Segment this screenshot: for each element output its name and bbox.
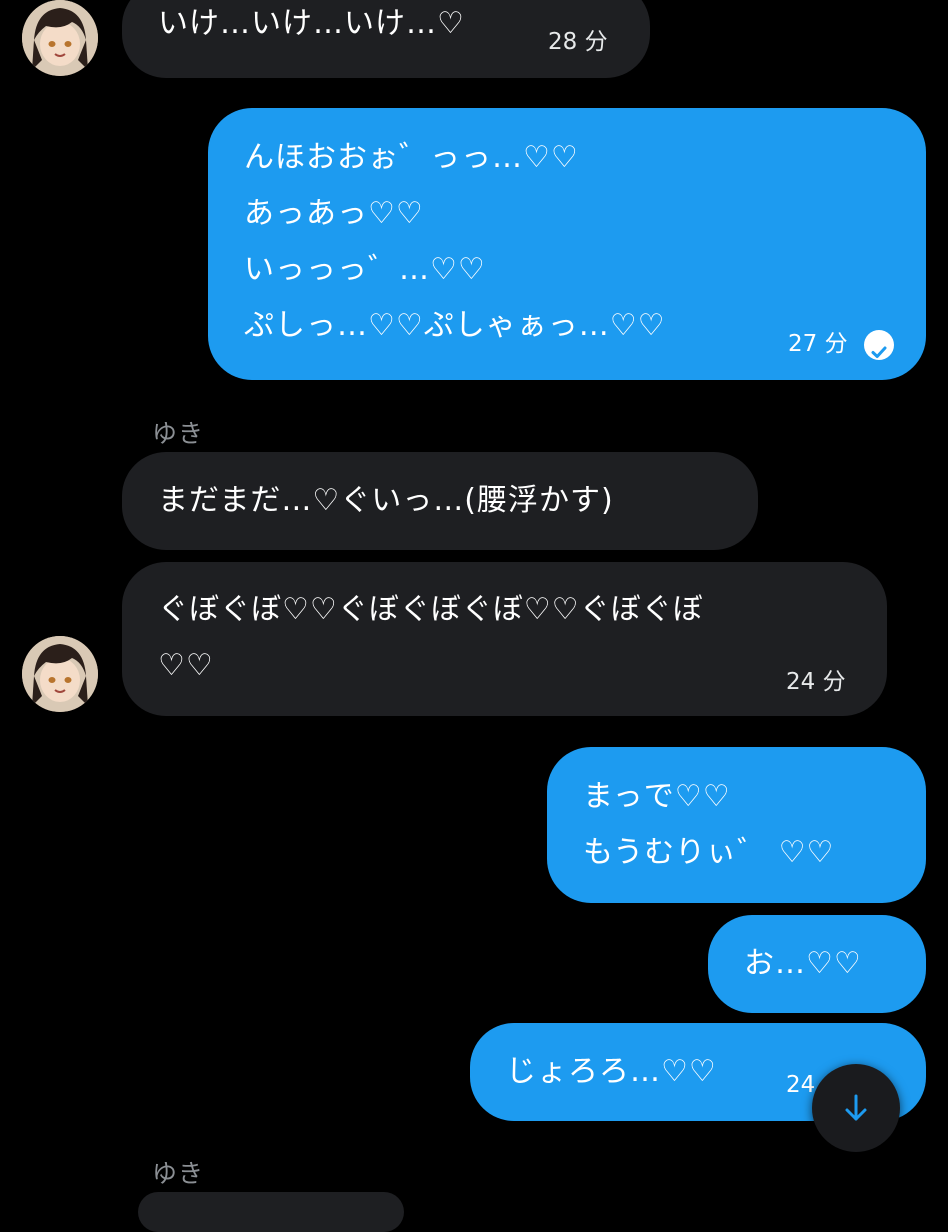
- message-text: もうむりぃ゛ ♡♡: [583, 835, 835, 870]
- message-text: んほおおぉ゛っっ…♡♡: [244, 140, 579, 175]
- avatar[interactable]: [22, 0, 98, 76]
- message-bubble-received[interactable]: ぐぼぐぼ♡♡ぐぼぐぼぐぼ♡♡ぐぼぐぼ ♡♡ 24 分: [122, 562, 887, 716]
- message-timestamp: 28 分: [548, 29, 608, 55]
- check-circle-icon: [864, 330, 894, 360]
- avatar[interactable]: [22, 636, 98, 712]
- message-text: いっっっ゛…♡♡: [244, 252, 486, 287]
- message-text: まだまだ…♡ぐいっ…(腰浮かす): [158, 483, 614, 518]
- message-bubble-received[interactable]: いけ…いけ…いけ…♡ 28 分: [122, 0, 650, 78]
- message-bubble-received[interactable]: [138, 1192, 404, 1232]
- sender-name: ゆき: [152, 419, 205, 448]
- message-text: お…♡♡: [744, 946, 862, 981]
- message-text: まっで♡♡: [583, 779, 731, 814]
- message-bubble-sent[interactable]: まっで♡♡ もうむりぃ゛ ♡♡: [547, 747, 926, 903]
- sender-name: ゆき: [152, 1159, 205, 1188]
- message-timestamp: 24: [786, 1072, 816, 1098]
- message-bubble-sent[interactable]: お…♡♡: [708, 915, 926, 1013]
- message-timestamp: 24 分: [786, 669, 846, 695]
- message-timestamp: 27 分: [788, 331, 848, 357]
- message-text: ぐぼぐぼ♡♡ぐぼぐぼぐぼ♡♡ぐぼぐぼ: [158, 592, 704, 627]
- arrow-down-icon: [845, 1094, 867, 1121]
- message-text: あっあっ♡♡: [244, 196, 424, 231]
- message-bubble-sent[interactable]: んほおおぉ゛っっ…♡♡ あっあっ♡♡ いっっっ゛…♡♡ ぷしっ…♡♡ぷしゃぁっ……: [208, 108, 926, 380]
- message-text: ♡♡: [158, 648, 214, 683]
- message-bubble-received[interactable]: まだまだ…♡ぐいっ…(腰浮かす): [122, 452, 758, 550]
- scroll-to-bottom-button[interactable]: [812, 1064, 900, 1152]
